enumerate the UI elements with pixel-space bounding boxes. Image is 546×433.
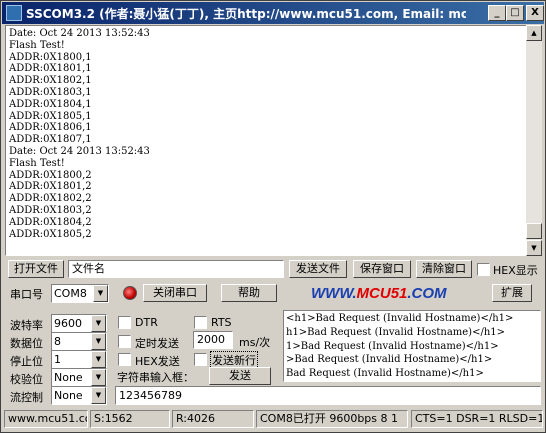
flow-select[interactable]: None ▼ — [51, 386, 107, 405]
stopbits-select[interactable]: 1 ▼ — [51, 350, 107, 369]
transmit-text: <h1>Bad Request (Invalid Hostname)</h1> … — [286, 313, 514, 380]
hex-send-label: HEX发送 — [135, 355, 180, 368]
send-button[interactable]: 发送 — [209, 367, 271, 385]
receive-area[interactable]: Date: Oct 24 2013 13:52:43 Flash Test! A… — [5, 25, 527, 256]
flow-label: 流控制 — [10, 391, 43, 404]
close-port-button[interactable]: 关闭串口 — [143, 284, 207, 302]
port-value: COM8 — [54, 287, 87, 300]
title-bar[interactable]: SSCOM3.2 (作者:聂小猛(丁丁), 主页http://www.mcu51… — [2, 2, 544, 24]
dtr-label: DTR — [135, 316, 158, 329]
send-file-button[interactable]: 发送文件 — [289, 260, 347, 278]
rts-checkbox[interactable] — [194, 316, 207, 329]
stopbits-label: 停止位 — [10, 355, 43, 368]
baud-select[interactable]: 9600 ▼ — [51, 314, 107, 333]
expand-button[interactable]: 扩展 — [492, 284, 532, 302]
transmit-area[interactable]: <h1>Bad Request (Invalid Hostname)</h1> … — [283, 310, 541, 382]
rts-label: RTS — [211, 316, 232, 329]
hex-display-label: HEX显示 — [493, 264, 538, 277]
status-line-signals: CTS=1 DSR=1 RLSD=1 — [411, 410, 543, 428]
scroll-thumb[interactable] — [526, 223, 542, 239]
hex-send-checkbox[interactable] — [118, 353, 131, 366]
chevron-down-icon[interactable]: ▼ — [91, 387, 106, 404]
chevron-down-icon[interactable]: ▼ — [91, 315, 106, 332]
mcu51-logo: WWW.MCU51.COM — [311, 285, 447, 302]
help-button[interactable]: 帮助 — [221, 284, 277, 302]
baud-value: 9600 — [54, 317, 82, 330]
status-received-count: R:4026 — [172, 410, 254, 428]
status-site: www.mcu51.com — [4, 410, 88, 428]
interval-input[interactable]: 2000 — [193, 331, 233, 349]
dtr-checkbox[interactable] — [118, 316, 131, 329]
parity-select[interactable]: None ▼ — [51, 368, 107, 387]
chevron-down-icon[interactable]: ▼ — [93, 285, 108, 302]
scroll-down-icon[interactable]: ▼ — [526, 240, 542, 256]
databits-label: 数据位 — [10, 337, 43, 350]
sscom-window: SSCOM3.2 (作者:聂小猛(丁丁), 主页http://www.mcu51… — [0, 0, 546, 433]
send-newline-checkbox[interactable] — [194, 353, 207, 366]
chevron-down-icon[interactable]: ▼ — [91, 369, 106, 386]
save-window-button[interactable]: 保存窗口 — [353, 260, 411, 278]
input-label: 字符串输入框： — [117, 371, 194, 384]
chevron-down-icon[interactable]: ▼ — [91, 351, 106, 368]
status-sent-count: S:1562 — [90, 410, 170, 428]
databits-select[interactable]: 8 ▼ — [51, 332, 107, 351]
window-title: SSCOM3.2 (作者:聂小猛(丁丁), 主页http://www.mcu51… — [26, 7, 466, 21]
chevron-down-icon[interactable]: ▼ — [91, 333, 106, 350]
databits-value: 8 — [54, 335, 61, 348]
port-select[interactable]: COM8 ▼ — [51, 284, 109, 303]
port-label: 串口号 — [10, 288, 43, 301]
maximize-button[interactable]: □ — [506, 5, 524, 21]
minimize-button[interactable]: _ — [488, 5, 506, 21]
status-port-state: COM8已打开 9600bps 8 1 — [256, 410, 408, 428]
scroll-up-icon[interactable]: ▲ — [526, 25, 542, 41]
timed-send-checkbox[interactable] — [118, 335, 131, 348]
port-status-led-icon — [123, 286, 137, 300]
send-input[interactable]: 123456789 — [115, 386, 541, 405]
receive-scrollbar[interactable]: ▲ ▼ — [526, 25, 542, 256]
timed-send-label: 定时发送 — [135, 337, 179, 350]
clear-window-button[interactable]: 清除窗口 — [416, 260, 472, 278]
hex-display-checkbox[interactable] — [477, 263, 490, 276]
parity-label: 校验位 — [10, 373, 43, 386]
open-file-button[interactable]: 打开文件 — [8, 260, 64, 278]
stopbits-value: 1 — [54, 353, 61, 366]
receive-text: Date: Oct 24 2013 13:52:43 Flash Test! A… — [9, 28, 150, 240]
close-button[interactable]: X — [526, 5, 544, 21]
flow-value: None — [54, 389, 83, 402]
parity-value: None — [54, 371, 83, 384]
app-icon — [6, 5, 22, 21]
interval-unit-label: ms/次 — [239, 336, 271, 349]
filename-field[interactable]: 文件名 — [68, 260, 284, 278]
baud-label: 波特率 — [10, 319, 43, 332]
